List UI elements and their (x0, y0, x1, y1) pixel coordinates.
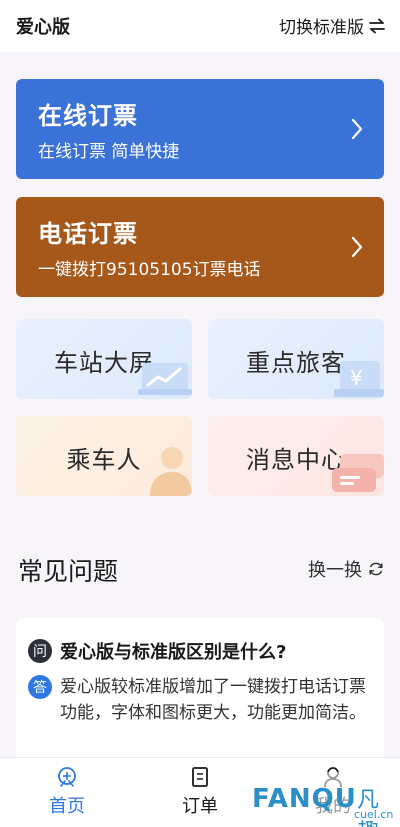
message-bubble-icon (332, 454, 384, 492)
chevron-right-icon (351, 236, 363, 258)
question-badge: 问 (28, 639, 52, 663)
faq-answer-row: 答 爱心版较标准版增加了一键拨打电话订票功能，字体和图标更大，功能更加简洁。 (28, 674, 372, 726)
tab-orders[interactable]: 订单 (160, 766, 240, 818)
yen-card-icon: ¥ (334, 361, 384, 397)
refresh-label: 换一换 (308, 560, 362, 581)
swap-arrows-icon (369, 18, 385, 33)
home-train-icon (58, 767, 76, 787)
person-icon (150, 447, 192, 496)
faq-title: 常见问题 (18, 557, 119, 586)
switch-standard-button[interactable]: 切换标准版 (279, 13, 386, 38)
tile-key-passenger[interactable]: 重点旅客 ¥ (208, 319, 384, 399)
phone-booking-title: 电话订票 (38, 220, 138, 248)
app-title: 爱心版 (16, 17, 70, 38)
faq-header: 常见问题 换一换 (16, 549, 384, 586)
order-list-icon (192, 767, 208, 787)
switch-standard-label: 切换标准版 (279, 18, 364, 38)
watermark-logo: FANQU 凡趣 cuel.cn (232, 772, 400, 827)
online-booking-title: 在线订票 (38, 102, 138, 130)
tab-home-label: 首页 (49, 796, 85, 817)
faq-question-row: 问 爱心版与标准版区别是什么? (28, 638, 372, 664)
svg-text:¥: ¥ (350, 366, 363, 390)
phone-booking-subtitle: 一键拨打95105105订票电话 (38, 260, 261, 280)
phone-booking-card[interactable]: 电话订票 一键拨打95105105订票电话 (16, 197, 384, 297)
tile-station-screen[interactable]: 车站大屏 (16, 319, 192, 399)
refresh-icon (369, 562, 383, 576)
faq-question: 爱心版与标准版区别是什么? (60, 642, 287, 663)
refresh-faq-button[interactable]: 换一换 (308, 556, 384, 582)
online-booking-subtitle: 在线订票 简单快捷 (38, 142, 180, 162)
top-bar: 爱心版 切换标准版 (0, 0, 400, 52)
chevron-right-icon (351, 118, 363, 140)
tab-home[interactable]: 首页 (27, 766, 107, 818)
chart-screen-icon (138, 363, 192, 395)
tile-passengers[interactable]: 乘车人 (16, 416, 192, 496)
online-booking-card[interactable]: 在线订票 在线订票 简单快捷 (16, 79, 384, 179)
faq-answer: 爱心版较标准版增加了一键拨打电话订票功能，字体和图标更大，功能更加简洁。 (60, 677, 366, 723)
watermark-brand: FANQU (252, 784, 357, 814)
tab-orders-label: 订单 (182, 796, 218, 817)
tile-message-center[interactable]: 消息中心 (208, 416, 384, 496)
watermark-url: cuel.cn (354, 808, 394, 821)
faq-card[interactable]: 问 爱心版与标准版区别是什么? 答 爱心版较标准版增加了一键拨打电话订票功能，字… (16, 618, 384, 763)
answer-badge: 答 (28, 675, 52, 699)
